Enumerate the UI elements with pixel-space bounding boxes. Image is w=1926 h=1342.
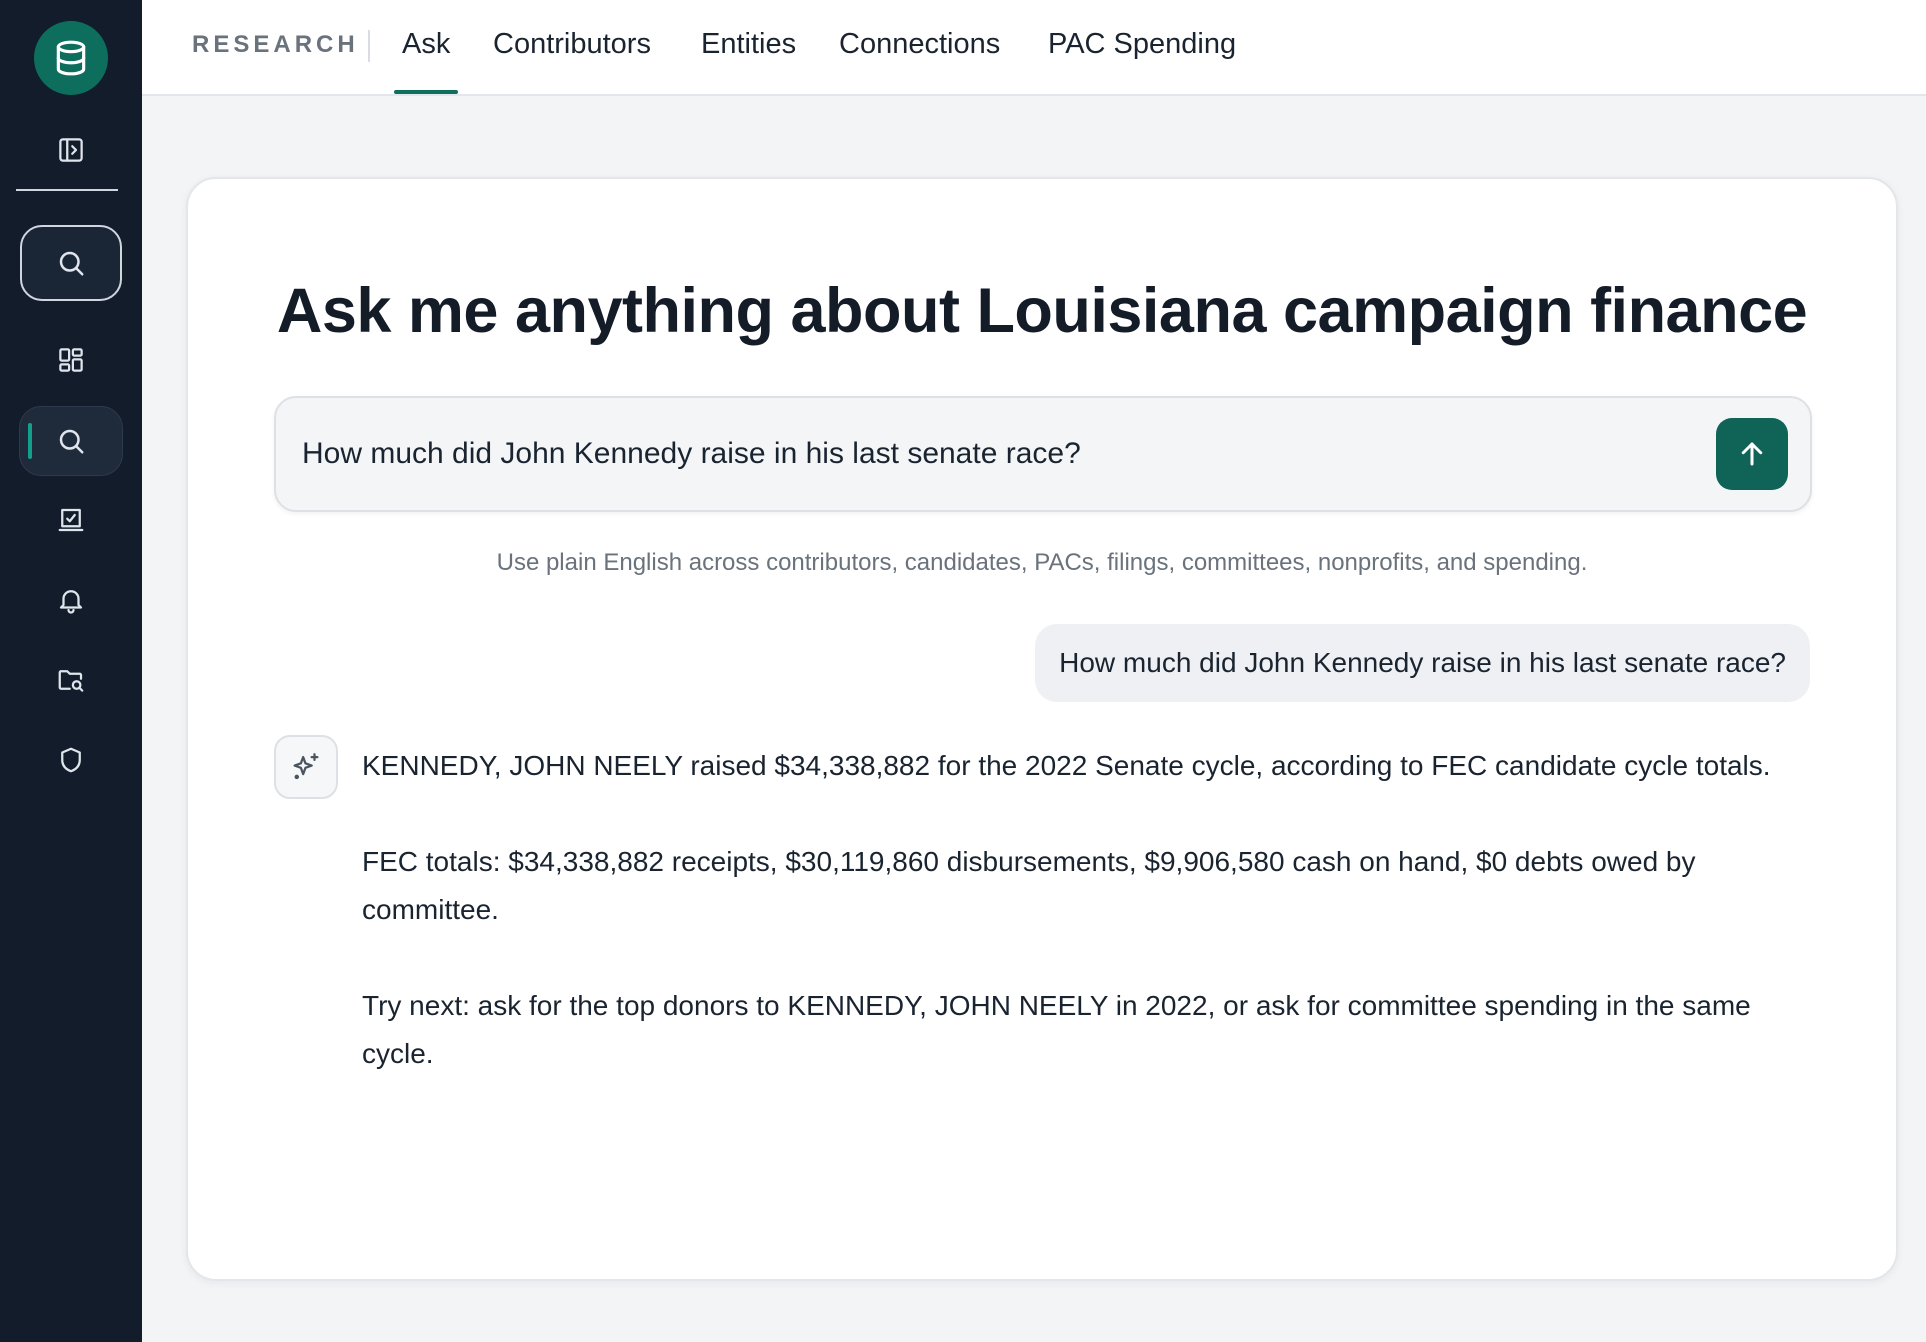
ask-box: [274, 396, 1812, 512]
answer-paragraph: Try next: ask for the top donors to KENN…: [362, 990, 1751, 1069]
tab-pac-spending[interactable]: PAC Spending: [1048, 28, 1236, 94]
checklist-icon: [58, 508, 84, 532]
user-message: How much did John Kennedy raise in his l…: [1035, 624, 1810, 702]
dashboard-icon: [59, 348, 83, 372]
sidebar-item-saved-searches[interactable]: [20, 646, 122, 714]
database-logo-button[interactable]: [34, 21, 108, 95]
sidebar-divider: [16, 189, 118, 191]
question-input[interactable]: [300, 428, 1604, 480]
input-hint: Use plain English across contributors, c…: [496, 549, 1588, 576]
sparkle-icon: [293, 753, 319, 780]
section-label: RESEARCH: [192, 31, 359, 58]
tab-ask[interactable]: Ask: [393, 28, 459, 94]
sidebar-item-security[interactable]: [20, 726, 122, 794]
answer-paragraph: KENNEDY, JOHN NEELY raised $34,338,882 f…: [362, 750, 1771, 781]
sidebar-item-dashboard[interactable]: [20, 326, 122, 394]
ask-panel: Ask me anything about Louisiana campaign…: [186, 177, 1898, 1281]
panel-toggle-icon: [59, 138, 83, 162]
sidebar: [0, 0, 142, 1342]
bell-icon: [59, 590, 83, 614]
sidebar-item-alerts[interactable]: [20, 566, 122, 634]
page-title: Ask me anything about Louisiana campaign…: [276, 276, 1808, 346]
database-icon: [56, 40, 86, 76]
assistant-answer: KENNEDY, JOHN NEELY raised $34,338,882 f…: [362, 742, 1782, 1126]
answer-paragraph: FEC totals: $34,338,882 receipts, $30,11…: [362, 846, 1696, 925]
panel-toggle-button[interactable]: [41, 120, 101, 180]
arrow-up-icon: [1741, 442, 1763, 466]
send-button[interactable]: [1716, 418, 1788, 490]
shield-icon: [61, 747, 81, 773]
search-icon: [59, 251, 84, 276]
tab-contributors[interactable]: Contributors: [493, 28, 651, 94]
sidebar-item-tasks[interactable]: [20, 486, 122, 554]
brand-divider: [368, 30, 370, 62]
assistant-avatar: [274, 735, 338, 799]
sidebar-item-ask[interactable]: [19, 406, 123, 476]
folder-search-icon: [58, 670, 84, 692]
sidebar-search-button[interactable]: [20, 225, 122, 301]
search-icon: [59, 429, 84, 454]
tab-entities[interactable]: Entities: [701, 28, 796, 94]
top-navigation: RESEARCH Ask Contributors Entities Conne…: [142, 0, 1926, 96]
tab-connections[interactable]: Connections: [839, 28, 1000, 94]
